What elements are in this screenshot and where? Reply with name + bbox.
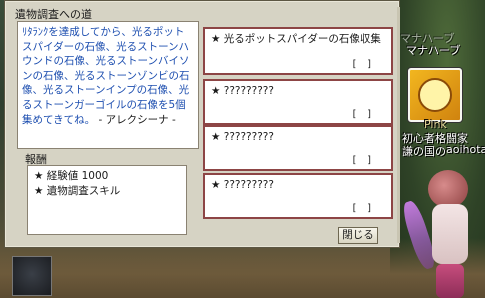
character-hair [428,170,468,208]
skill-icon[interactable] [408,68,462,122]
reward-item: ★ 経験値 1000 [34,169,180,184]
reward-marker: ★ [34,185,44,197]
objective-count: [ ] [352,155,375,166]
objective-marker: ★ [211,33,221,45]
quest-description: ﾘﾀﾗﾝｸを達成してから、光るポットスパイダーの石像、光るストーンハウンドの石像… [22,26,190,126]
quest-objectives: ★ 光るポットスパイダーの石像収集 [ ] ★ ????????? [ ] ★ … [203,21,393,223]
reward-label: 遺物調査スキル [46,185,121,197]
objective-count: [ ] [352,109,375,120]
player-guild: 謙の国の [402,145,446,158]
objective-title: ????????? [223,131,274,143]
quest-objective-card[interactable]: ★ ????????? [ ] [203,173,393,219]
objective-marker: ★ [211,85,221,97]
overlay-skill-name: マナハーブ [406,44,461,57]
quest-objective-card[interactable]: ★ 光るポットスパイダーの石像収集 [ ] [203,27,393,75]
objective-marker: ★ [211,179,221,191]
quest-objective-card[interactable]: ★ ????????? [ ] [203,125,393,171]
quest-description-panel: ﾘﾀﾗﾝｸを達成してから、光るポットスパイダーの石像、光るストーンハウンドの石像… [17,21,199,149]
character-body [432,204,468,264]
player-name: aoihotan [446,143,485,156]
reward-marker: ★ [34,170,44,182]
objective-title: ????????? [223,85,274,97]
character-legs [436,264,464,298]
reward-label: 経験値 1000 [46,170,109,182]
quest-objective-card[interactable]: ★ ????????? [ ] [203,79,393,125]
objective-title: ????????? [223,179,274,191]
reward-item: ★ 遺物調査スキル [34,184,180,199]
quest-window: 遺物調査への道 ﾘﾀﾗﾝｸを達成してから、光るポットスパイダーの石像、光るストー… [4,0,400,248]
reward-list: ★ 経験値 1000 ★ 遺物調査スキル [27,165,187,235]
quest-signature: - アレクシーナ - [98,113,176,126]
fish-icon [418,78,452,112]
close-button[interactable]: 閉じる [338,227,378,244]
objective-count: [ ] [352,203,375,214]
objective-title: 光るポットスパイダーの石像収集 [223,33,381,45]
hotbar-item[interactable] [12,256,52,296]
objective-count: [ ] [352,59,375,70]
quest-window-title: 遺物調査への道 [15,8,92,21]
player-character[interactable] [399,160,480,298]
window-edge [397,7,400,243]
objective-marker: ★ [211,131,221,143]
